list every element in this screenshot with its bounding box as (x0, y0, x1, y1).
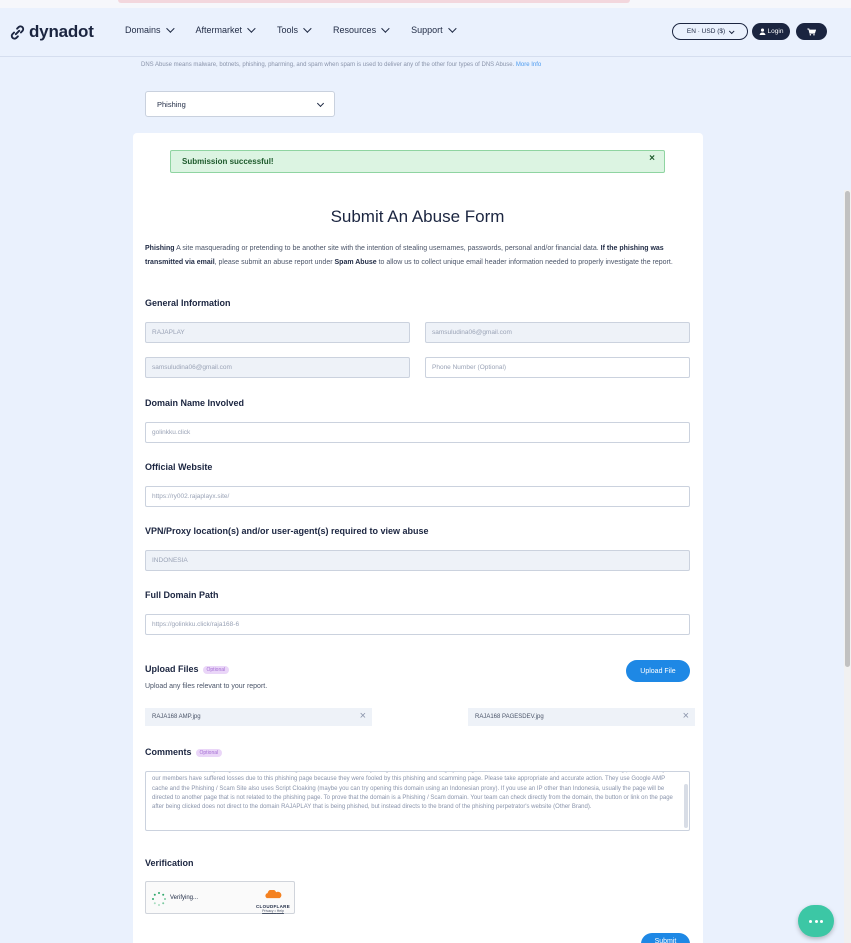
chevron-down-icon (303, 24, 312, 33)
domain-field[interactable]: golinkku.click (145, 422, 690, 443)
domain-heading: Domain Name Involved (145, 398, 245, 408)
alert-message: Submission successful! (182, 157, 274, 166)
phone-field[interactable]: Phone Number (Optional) (425, 357, 690, 378)
top-accent-bar (118, 0, 630, 3)
intro-category: Spam Abuse (334, 259, 377, 266)
language-currency-label: EN · USD ($) (686, 28, 726, 35)
privacy-link[interactable]: Privacy (262, 909, 273, 913)
intro-term: Phishing (145, 245, 175, 252)
more-info-link[interactable]: More Info (516, 62, 541, 68)
upload-subtitle: Upload any files relevant to your report… (145, 683, 268, 690)
chat-dot-icon (808, 919, 812, 923)
upload-file-button[interactable]: Upload File (626, 660, 690, 682)
link-logo-icon (10, 24, 25, 40)
menu-label: Tools (277, 25, 299, 35)
submit-button[interactable]: Submit (641, 933, 690, 943)
page-scrollbar[interactable] (844, 190, 851, 943)
verification-heading: Verification (145, 858, 194, 868)
remove-file-icon[interactable]: × (360, 710, 366, 722)
chevron-down-icon (247, 24, 256, 33)
chevron-down-icon (729, 27, 735, 34)
comments-heading: Comments Optional (145, 747, 223, 757)
comments-textarea[interactable]: This web domain is very dangerous in ter… (145, 771, 690, 831)
menu-label: Domains (125, 25, 161, 35)
close-icon[interactable]: × (649, 153, 655, 164)
path-heading: Full Domain Path (145, 590, 219, 600)
vpn-heading: VPN/Proxy location(s) and/or user-agent(… (145, 526, 429, 536)
vpn-field[interactable]: INDONESIA (145, 550, 690, 571)
website-heading: Official Website (145, 462, 213, 472)
form-title: Submit An Abuse Form (330, 207, 505, 226)
chevron-down-icon (316, 99, 325, 108)
remove-file-icon[interactable]: × (683, 710, 689, 722)
comments-text: This web domain is very dangerous in ter… (152, 772, 673, 811)
website-field[interactable]: https://ry002.rajaplayx.site/ (145, 486, 690, 507)
language-currency-button[interactable]: EN · USD ($) (672, 23, 748, 40)
general-info-heading: General Information (145, 298, 231, 308)
domain-path-field[interactable]: https://golinkku.click/raja168-6 (145, 614, 690, 635)
file-name: RAJA168 AMP.jpg (152, 714, 201, 720)
intro-mid: , please submit an abuse report under (214, 259, 335, 266)
chevron-down-icon (165, 24, 175, 33)
abuse-type-value: Phishing (157, 99, 186, 109)
login-label: Login (767, 28, 784, 35)
cloudflare-brand: CLOUDFLARE Privacy • Help (254, 886, 292, 913)
menu-label: Support (411, 25, 443, 35)
cart-button[interactable] (796, 23, 827, 40)
email-field[interactable]: samsuludina06@gmail.com (425, 322, 690, 343)
help-link[interactable]: Help (277, 909, 284, 913)
chat-dot-icon (820, 919, 824, 923)
captcha-widget[interactable]: Verifying... CLOUDFLARE Privacy • Help (145, 881, 295, 914)
menu-resources[interactable]: Resources (333, 24, 390, 35)
captcha-status: Verifying... (170, 895, 199, 901)
abuse-type-select[interactable]: Phishing (145, 91, 335, 117)
chevron-down-icon (447, 24, 457, 33)
confirm-email-field[interactable]: samsuludina06@gmail.com (145, 357, 410, 378)
comments-heading-label: Comments (145, 747, 192, 757)
login-button[interactable]: Login (752, 23, 790, 40)
upload-heading: Upload Files Optional (145, 664, 230, 674)
captcha-links: Privacy • Help (262, 909, 284, 913)
main-menu: Domains Aftermarket Tools Resources Supp… (125, 24, 478, 35)
optional-badge: Optional (195, 748, 223, 757)
uploaded-file: RAJA168 PAGESDEV.jpg × (468, 708, 695, 726)
spinner-icon (152, 892, 166, 906)
form-intro: Phishing A site masquerading or pretendi… (145, 242, 690, 270)
cart-icon (807, 28, 816, 36)
chevron-down-icon (381, 24, 390, 33)
intro-definition: A site masquerading or pretending to be … (174, 245, 601, 252)
menu-tools[interactable]: Tools (277, 24, 312, 35)
scrollbar-thumb[interactable] (845, 191, 850, 667)
notice-text: DNS Abuse means malware, botnets, phishi… (141, 62, 515, 68)
uploaded-file: RAJA168 AMP.jpg × (145, 708, 372, 726)
chat-bubble-button[interactable] (798, 905, 834, 937)
upload-heading-label: Upload Files (145, 664, 199, 674)
success-alert: Submission successful! × (170, 150, 665, 173)
logo-text: dynadot (29, 22, 94, 41)
dns-abuse-notice: DNS Abuse means malware, botnets, phishi… (141, 62, 541, 68)
menu-support[interactable]: Support (411, 24, 457, 35)
file-name: RAJA168 PAGESDEV.jpg (475, 714, 544, 720)
cloud-icon (265, 889, 282, 899)
menu-domains[interactable]: Domains (125, 24, 175, 35)
menu-label: Resources (333, 25, 377, 35)
intro-end: to allow us to collect unique email head… (376, 259, 673, 266)
textarea-scrollbar[interactable] (684, 784, 688, 828)
menu-label: Aftermarket (195, 25, 243, 35)
name-field[interactable]: RAJAPLAY (145, 322, 410, 343)
logo[interactable]: dynadot (9, 22, 94, 42)
top-strip (0, 0, 851, 8)
menu-aftermarket[interactable]: Aftermarket (195, 24, 256, 35)
header-divider (0, 56, 851, 57)
user-icon (759, 28, 765, 35)
optional-badge: Optional (202, 665, 230, 674)
chat-dot-icon (814, 919, 818, 923)
